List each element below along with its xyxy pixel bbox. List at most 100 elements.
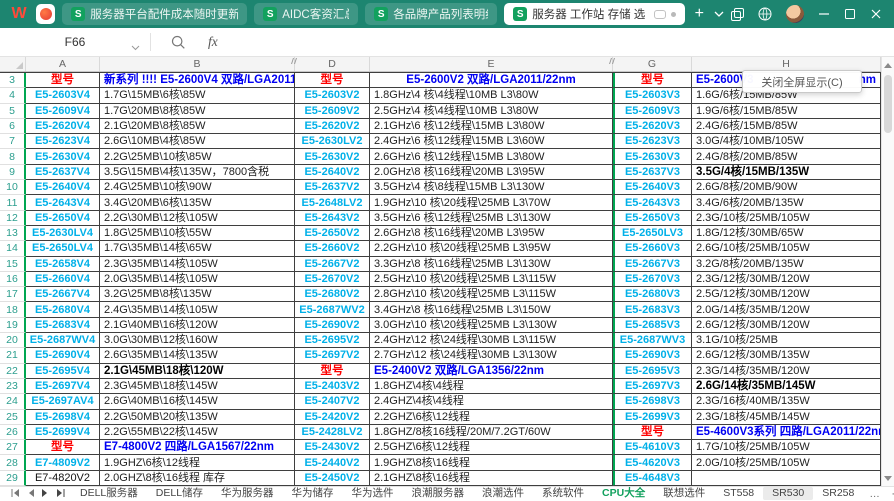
cell[interactable]: 2.1G\45MB\18核\120W	[100, 364, 295, 379]
cell[interactable]: 1.8GHZ/8核16线程/20M/7.2GT/60W	[370, 425, 613, 440]
cell[interactable]: E5-2648LV2	[295, 195, 370, 210]
cell[interactable]: E5-2660V2	[295, 241, 370, 256]
cell[interactable]: 2.5G/12核/30MB/120W	[692, 287, 881, 302]
cell[interactable]: 2.1G\40MB\16核\120W	[100, 318, 295, 333]
cell[interactable]: E5-2637V2	[295, 180, 370, 195]
row-header[interactable]: 9	[0, 165, 26, 180]
cell[interactable]: E5-2650V3	[613, 211, 692, 226]
cell[interactable]: 2.4GHZ\4核\4线程	[370, 394, 613, 409]
cell[interactable]: E5-2697AV4	[26, 394, 100, 409]
sheet-tab[interactable]: 系统软件	[533, 487, 593, 500]
document-tab[interactable]: SAIDC客资汇总	[254, 3, 358, 25]
row-header[interactable]: 8	[0, 149, 26, 164]
row-header[interactable]: 20	[0, 333, 26, 348]
cell[interactable]: E5-2603V2	[295, 88, 370, 103]
cell[interactable]: 3.1G/10核/25MB	[692, 333, 881, 348]
cell[interactable]: E5-2690V4	[26, 348, 100, 363]
cell[interactable]: E5-2630V2	[295, 149, 370, 164]
cell[interactable]: 2.3G\45MB\18核\145W	[100, 379, 295, 394]
cell[interactable]: E5-2603V3	[613, 88, 692, 103]
cell[interactable]: 2.6GHz\6 核\12线程\15MB L3\80W	[370, 149, 613, 164]
row-header[interactable]: 5	[0, 104, 26, 119]
row-header[interactable]: 25	[0, 410, 26, 425]
cell[interactable]: 3.4G/6核/20MB/135W	[692, 195, 881, 210]
scroll-up-icon[interactable]	[882, 59, 894, 71]
sheet-tab[interactable]: CPU大全	[593, 487, 654, 500]
fx-icon[interactable]: fx	[208, 34, 218, 50]
cell[interactable]: 2.0G/10核/25MB/105W	[692, 455, 881, 470]
cell[interactable]: 2.6G\35MB\14核\135W	[100, 348, 295, 363]
row-header[interactable]: 23	[0, 379, 26, 394]
cell[interactable]: 型号	[295, 73, 370, 88]
cell[interactable]: E5-2667V4	[26, 287, 100, 302]
row-header[interactable]: 17	[0, 287, 26, 302]
vertical-scroll-thumb[interactable]	[884, 75, 892, 133]
more-sheets-button[interactable]: …	[863, 488, 886, 500]
cell[interactable]: E5-2690V3	[613, 348, 692, 363]
row-header[interactable]: 22	[0, 364, 26, 379]
sheet-tab[interactable]: 华为储存	[283, 487, 343, 500]
cell[interactable]: E5-2660V3	[613, 241, 692, 256]
cell[interactable]: E5-2630LV4	[26, 226, 100, 241]
row-header[interactable]: 11	[0, 195, 26, 210]
cell[interactable]: E5-2640V4	[26, 180, 100, 195]
scroll-down-icon[interactable]	[882, 472, 894, 484]
cell[interactable]: 1.7G\35MB\14核\65W	[100, 241, 295, 256]
cell[interactable]: 3.5GHz\6 核\12线程\25MB L3\130W	[370, 211, 613, 226]
cell[interactable]: 2.5GHz\4 核\4线程\10MB L3\80W	[370, 104, 613, 119]
cell[interactable]: E5-2690V2	[295, 318, 370, 333]
tab-list-chevron-icon[interactable]	[714, 11, 724, 17]
globe-icon[interactable]	[758, 7, 772, 21]
cell[interactable]: E5-2630LV2	[295, 134, 370, 149]
cell[interactable]: 3.5G\15MB\4核\135W，7800含税	[100, 165, 295, 180]
cell[interactable]: E7-4820V2	[26, 471, 100, 486]
cell[interactable]: 3.4GHz\8 核\16线程\25MB L3\150W	[370, 302, 613, 317]
select-all-corner[interactable]	[0, 57, 26, 71]
cell[interactable]: 2.3G/16核/40MB/135W	[692, 394, 881, 409]
cell[interactable]: 2.0GHz\8 核\16线程\20MB L3\95W	[370, 165, 613, 180]
row-header[interactable]: 13	[0, 226, 26, 241]
cell[interactable]: E5-2650V4	[26, 211, 100, 226]
cell[interactable]: 3.5G/4核/15MB/135W	[692, 165, 881, 180]
cell[interactable]: E5-2640V3	[613, 180, 692, 195]
row-header[interactable]: 24	[0, 394, 26, 409]
cell[interactable]: 型号	[613, 425, 692, 440]
sheet-tab[interactable]: 联想选件	[654, 487, 714, 500]
cell[interactable]: E5-2623V3	[613, 134, 692, 149]
cell[interactable]: 1.7G\20MB\8核\85W	[100, 104, 295, 119]
cell[interactable]: E5-2609V2	[295, 104, 370, 119]
cell[interactable]: E5-2650V2	[295, 226, 370, 241]
first-sheet-icon[interactable]	[11, 488, 20, 500]
cell[interactable]: E5-4600V3系列 四路/LGA2011/22nm	[692, 425, 881, 440]
cell[interactable]: 2.1GHZ\8核\16线程	[370, 471, 613, 486]
cell[interactable]: E5-2687WV3	[613, 333, 692, 348]
cell[interactable]: 2.3G/12核/30MB/120W	[692, 272, 881, 287]
cell[interactable]: E5-2600V2 双路/LGA2011/22nm	[370, 73, 613, 88]
minimize-button[interactable]	[818, 8, 830, 20]
chevron-down-icon[interactable]	[131, 40, 140, 54]
cell[interactable]: E5-4620V3	[613, 455, 692, 470]
sheet-tab[interactable]: 浪潮服务器	[403, 487, 474, 500]
cell[interactable]: 2.4G/8核/20MB/85W	[692, 149, 881, 164]
cell[interactable]: 1.8G\25MB\10核\55W	[100, 226, 295, 241]
cell[interactable]: E5-2620V4	[26, 119, 100, 134]
row-header[interactable]: 15	[0, 257, 26, 272]
cell[interactable]: 型号	[26, 440, 100, 455]
cell[interactable]: 1.7G\15MB\6核\85W	[100, 88, 295, 103]
cell[interactable]: 型号	[295, 364, 370, 379]
cell[interactable]: 2.3G/18核/45MB/145W	[692, 410, 881, 425]
cell[interactable]: E5-2403V2	[295, 379, 370, 394]
cell[interactable]: E5-2630V4	[26, 149, 100, 164]
cell[interactable]: 3.0G/4核/10MB/105W	[692, 134, 881, 149]
cell[interactable]: 2.6G/12核/30MB/135W	[692, 348, 881, 363]
close-button[interactable]	[870, 8, 882, 20]
cell[interactable]: E5-2660V4	[26, 272, 100, 287]
cell[interactable]: E5-2400V2 双路/LGA1356/22nm	[370, 364, 613, 379]
cell[interactable]: 2.0G/14核/35MB/120W	[692, 302, 881, 317]
cell[interactable]: E5-2685V3	[613, 318, 692, 333]
wps-logo-icon[interactable]: W	[8, 4, 29, 24]
cell[interactable]: E7-4800V2 四路/LGA1567/22nm	[100, 440, 295, 455]
cell[interactable]: E5-4610V3	[613, 440, 692, 455]
cell[interactable]: E5-2450V2	[295, 471, 370, 486]
document-tab[interactable]: S各品牌产品列表明细	[365, 3, 497, 25]
